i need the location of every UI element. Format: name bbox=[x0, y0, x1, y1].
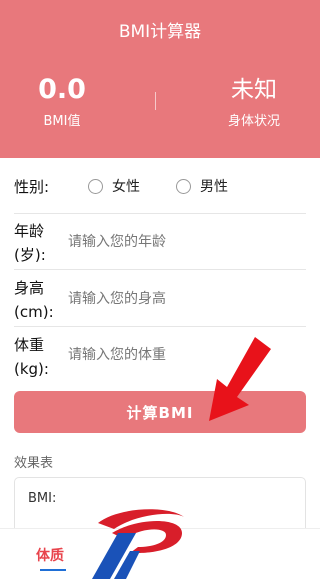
height-input[interactable] bbox=[68, 284, 298, 314]
effect-table-title: 效果表 bbox=[14, 456, 54, 471]
divider bbox=[14, 326, 306, 327]
age-input[interactable] bbox=[68, 227, 298, 257]
weight-label-line2: (kg): bbox=[14, 360, 49, 378]
female-radio-label: 女性 bbox=[112, 179, 140, 195]
male-radio-label: 男性 bbox=[200, 179, 228, 195]
male-radio[interactable]: 男性 bbox=[176, 176, 228, 196]
red-arrow-icon bbox=[209, 337, 271, 421]
divider bbox=[14, 213, 306, 214]
app-title: BMI计算器 bbox=[118, 22, 202, 42]
gender-label: 性别: bbox=[14, 178, 50, 196]
female-radio-circle[interactable] bbox=[88, 178, 103, 194]
tab-physique[interactable]: 体质 bbox=[36, 545, 64, 565]
age-label-line2: (岁): bbox=[14, 246, 46, 264]
male-radio-circle[interactable] bbox=[176, 178, 191, 194]
header: BMI计算器 0.0 BMI值 未知 身体状况 bbox=[0, 0, 320, 158]
height-label-line1: 身高 bbox=[14, 279, 45, 297]
stat-divider bbox=[155, 92, 156, 110]
status-value: 未知 bbox=[231, 77, 277, 103]
status-stat: 未知 身体状况 bbox=[194, 74, 314, 129]
result-bmi-text: BMI: bbox=[28, 491, 57, 506]
tab-active-indicator bbox=[40, 569, 66, 571]
status-label: 身体状况 bbox=[227, 114, 280, 129]
divider bbox=[14, 269, 306, 270]
height-label-line2: (cm): bbox=[14, 303, 54, 321]
watermark-logo-icon bbox=[92, 509, 184, 579]
female-radio[interactable]: 女性 bbox=[88, 176, 140, 196]
age-label-line1: 年龄 bbox=[14, 222, 45, 240]
bmi-label: BMI值 bbox=[43, 114, 81, 129]
bmi-stat: 0.0 BMI值 bbox=[2, 74, 122, 129]
bmi-value: 0.0 bbox=[38, 74, 86, 105]
weight-label-line1: 体重 bbox=[14, 336, 45, 354]
